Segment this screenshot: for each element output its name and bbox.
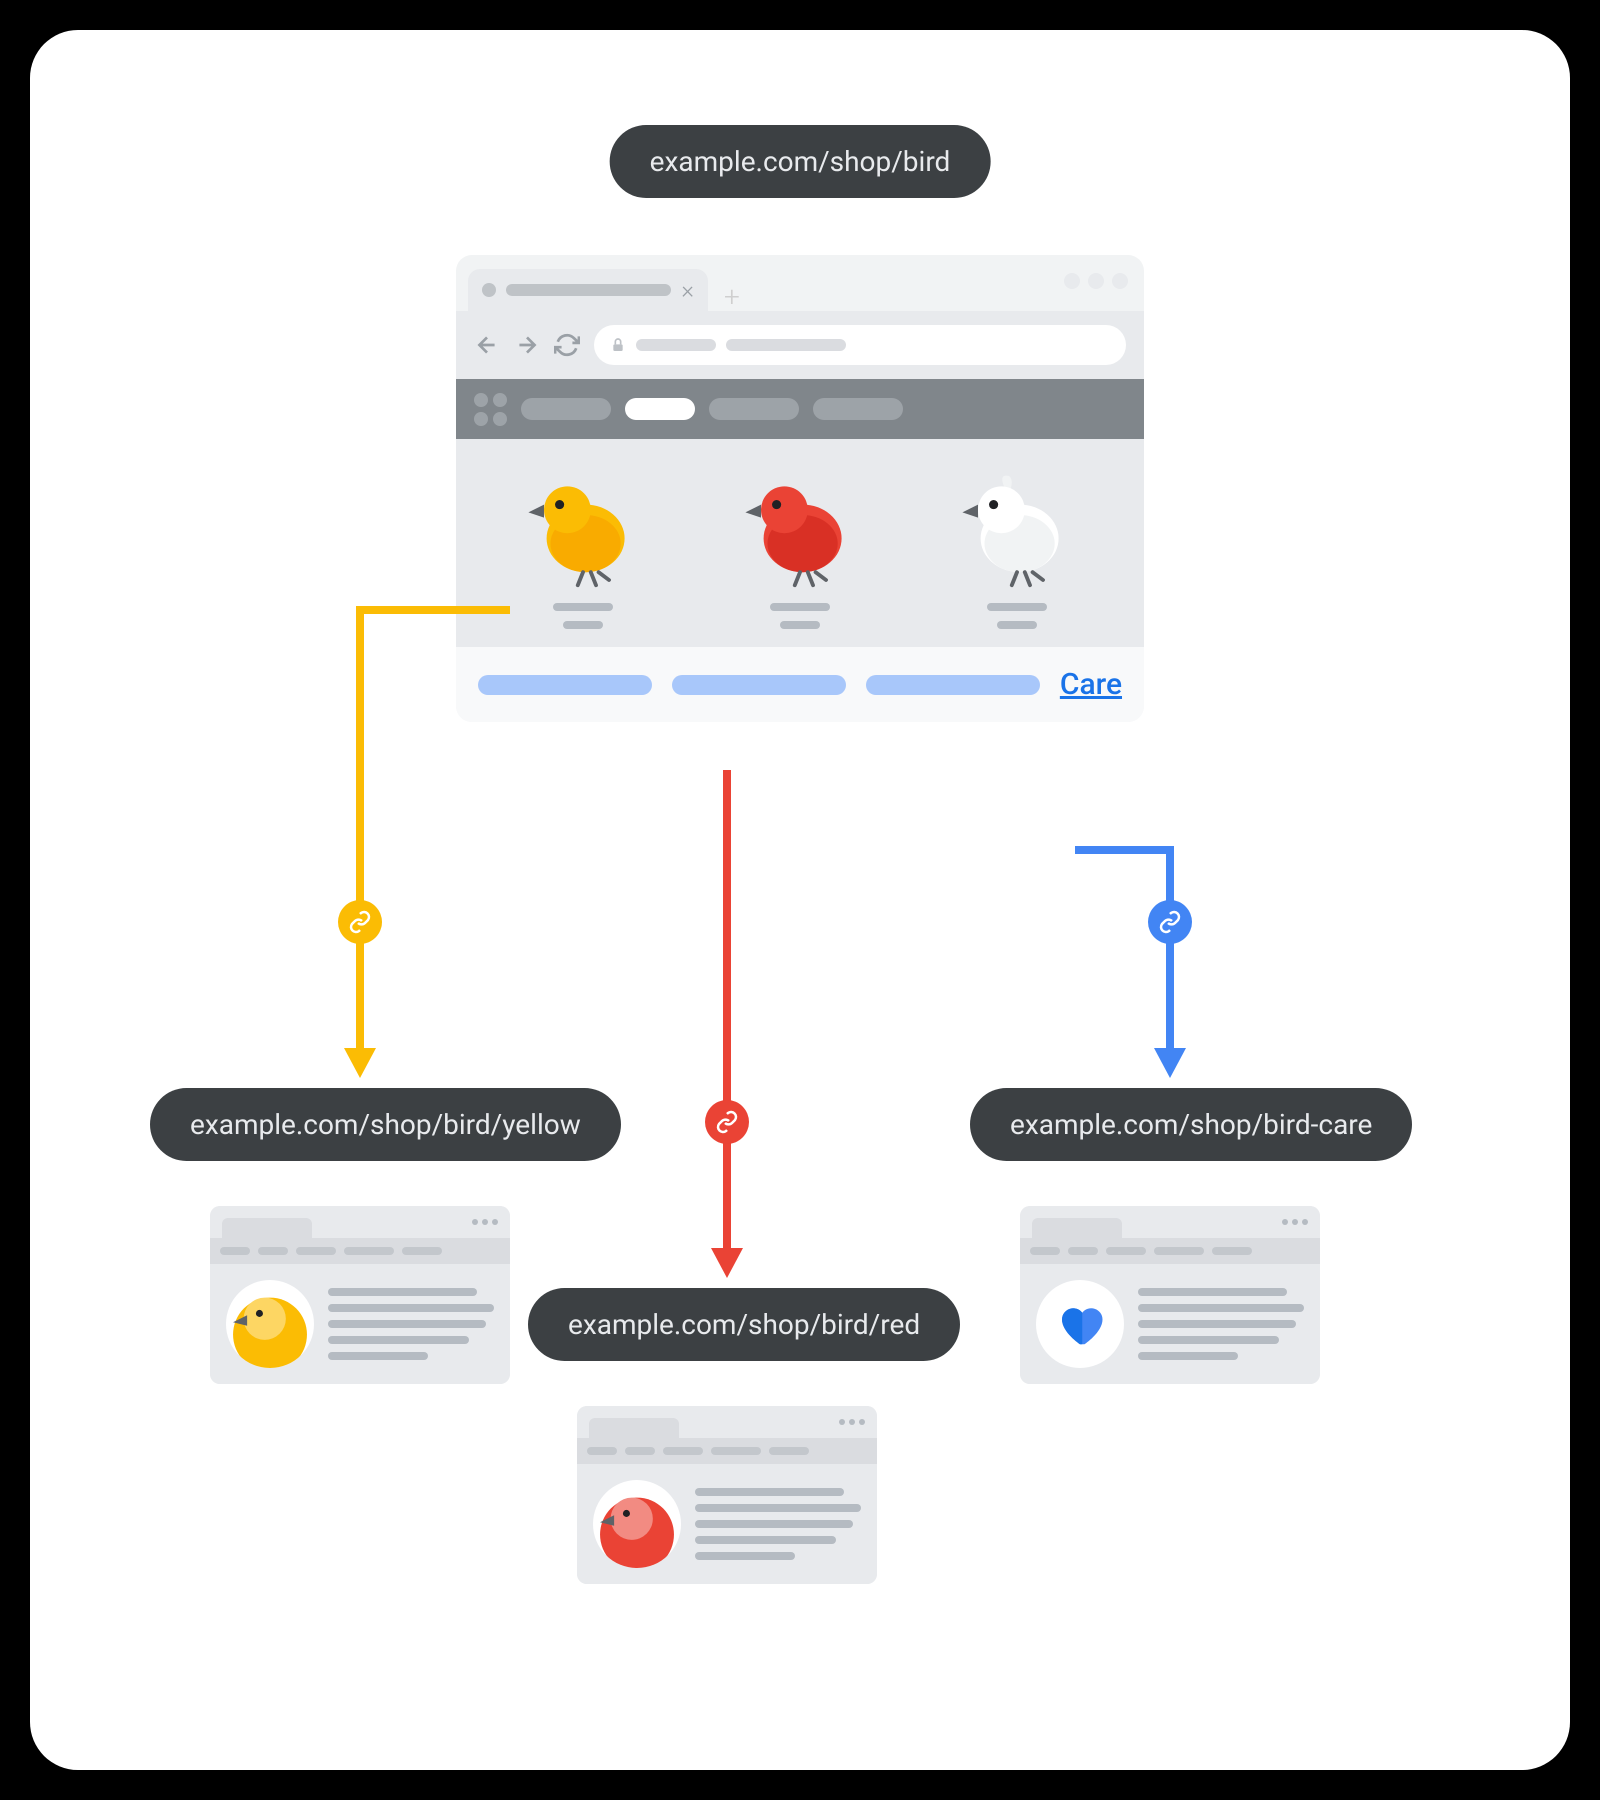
plus-icon: + xyxy=(724,283,740,311)
bird-icon xyxy=(947,463,1087,593)
browser-tab: × xyxy=(468,269,708,311)
forward-icon xyxy=(514,332,540,358)
product-grid xyxy=(456,439,1144,647)
heart-icon xyxy=(1053,1297,1107,1351)
url-pill-yellow: example.com/shop/bird/yellow xyxy=(150,1088,621,1161)
footer-link-placeholder xyxy=(866,675,1040,695)
bird-icon xyxy=(226,1280,314,1368)
url-pill-red: example.com/shop/bird/red xyxy=(528,1288,960,1361)
bird-icon xyxy=(593,1480,681,1568)
bird-icon xyxy=(730,463,870,593)
apps-icon xyxy=(474,393,507,426)
mini-browser-yellow xyxy=(210,1206,510,1384)
mini-browser-red xyxy=(577,1406,877,1584)
avatar-heart xyxy=(1036,1280,1124,1368)
reload-icon xyxy=(554,332,580,358)
diagram-canvas: example.com/shop/bird × + xyxy=(30,30,1570,1770)
avatar-yellow-bird xyxy=(226,1280,314,1368)
url-pill-care: example.com/shop/bird-care xyxy=(970,1088,1412,1161)
close-icon: × xyxy=(681,276,694,304)
lock-icon xyxy=(610,337,626,353)
browser-main: × + xyxy=(456,255,1144,722)
footer-link-placeholder xyxy=(478,675,652,695)
address-bar xyxy=(594,325,1126,365)
product-red-bird xyxy=(730,463,870,629)
product-white-bird xyxy=(947,463,1087,629)
link-icon xyxy=(338,900,382,944)
footer-links: Care xyxy=(456,647,1144,722)
link-icon xyxy=(1148,900,1192,944)
url-pill-main: example.com/shop/bird xyxy=(610,125,991,198)
site-nav xyxy=(456,379,1144,439)
avatar-red-bird xyxy=(593,1480,681,1568)
back-icon xyxy=(474,332,500,358)
footer-link-placeholder xyxy=(672,675,846,695)
window-controls xyxy=(1064,273,1128,289)
mini-browser-care xyxy=(1020,1206,1320,1384)
footer-link-care[interactable]: Care xyxy=(1060,667,1122,702)
link-icon xyxy=(705,1100,749,1144)
browser-toolbar xyxy=(456,311,1144,379)
bird-icon xyxy=(513,463,653,593)
product-yellow-bird xyxy=(513,463,653,629)
